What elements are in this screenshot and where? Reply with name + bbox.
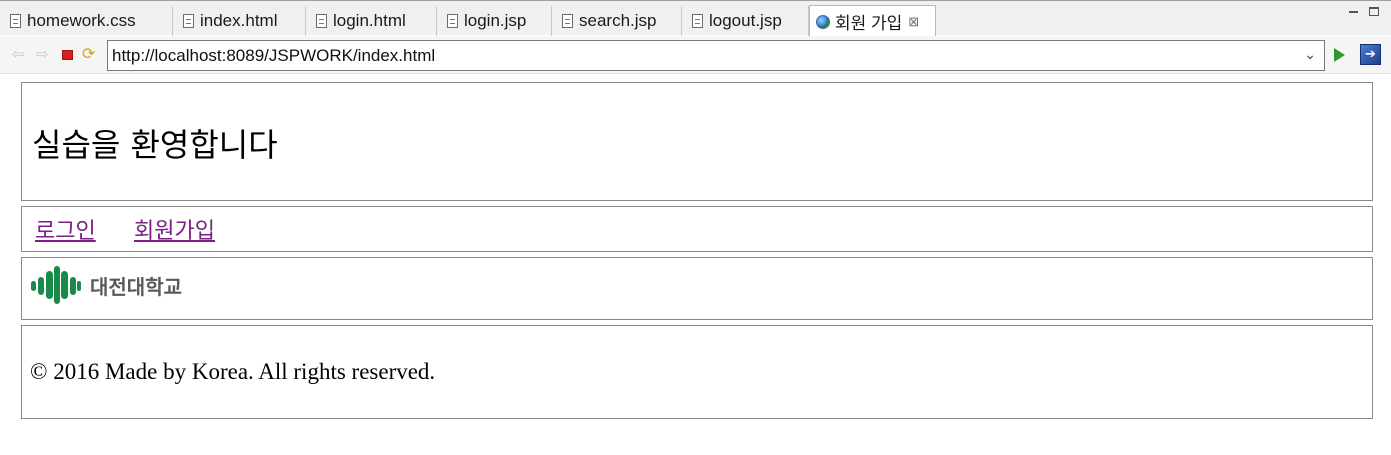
copyright-text: © 2016 Made by Korea. All rights reserve…: [30, 359, 436, 384]
stop-icon[interactable]: [62, 50, 73, 60]
tab-label: logout.jsp: [709, 11, 782, 30]
tab-login-html[interactable]: login.html: [306, 6, 437, 36]
tab-homework-css[interactable]: homework.css: [0, 6, 173, 36]
maximize-icon[interactable]: [1369, 7, 1379, 16]
file-icon: [183, 14, 194, 28]
url-input[interactable]: http://localhost:8089/JSPWORK/index.html…: [107, 40, 1325, 71]
nav-section: 로그인 회원가입: [21, 206, 1373, 252]
go-play-icon[interactable]: [1334, 48, 1345, 62]
signup-link[interactable]: 회원가입: [134, 213, 215, 245]
logo-text: 대전대학교: [90, 274, 182, 299]
footer-section: © 2016 Made by Korea. All rights reserve…: [21, 325, 1373, 419]
editor-tab-bar: homework.css index.html login.html login…: [0, 0, 1391, 37]
tab-search-jsp[interactable]: search.jsp: [552, 6, 682, 36]
open-external-browser-icon[interactable]: ➔: [1360, 44, 1381, 65]
tab-index-html[interactable]: index.html: [173, 6, 306, 36]
tab-login-jsp[interactable]: login.jsp: [437, 6, 552, 36]
tab-label: login.html: [333, 11, 406, 30]
close-tab-icon[interactable]: ⊠: [908, 14, 919, 30]
page-title: 실습을 환영합니다: [32, 126, 278, 164]
refresh-icon[interactable]: ⟳: [82, 46, 95, 62]
url-text: http://localhost:8089/JSPWORK/index.html: [112, 45, 436, 65]
university-logo: 대전대학교: [30, 265, 182, 305]
tab-label: homework.css: [27, 11, 136, 30]
tab-label: index.html: [200, 11, 278, 30]
tab-logout-jsp[interactable]: logout.jsp: [682, 6, 809, 36]
file-icon: [316, 14, 327, 28]
browser-toolbar: ⇦ ⇨ ⟳ http://localhost:8089/JSPWORK/inde…: [0, 36, 1391, 74]
file-icon: [10, 14, 21, 28]
logo-section: 대전대학교: [21, 257, 1373, 320]
header-section: 실습을 환영합니다: [21, 82, 1373, 201]
tab-signup-browser[interactable]: 회원 가입 ⊠: [809, 5, 936, 37]
page-viewport: 실습을 환영합니다 로그인 회원가입 대전대학교 © 2016 Made by …: [0, 75, 1391, 455]
file-icon: [562, 14, 573, 28]
chevron-down-icon[interactable]: ⌄: [1304, 46, 1316, 63]
file-icon: [447, 14, 458, 28]
login-link[interactable]: 로그인: [35, 213, 96, 245]
back-arrow-icon[interactable]: ⇦: [12, 46, 25, 62]
tab-label: search.jsp: [579, 11, 657, 30]
tab-label: 회원 가입: [835, 14, 903, 33]
minimize-icon[interactable]: [1348, 7, 1359, 17]
globe-icon: [816, 14, 830, 29]
tab-label: login.jsp: [464, 11, 527, 30]
university-emblem-icon: [31, 266, 81, 304]
forward-arrow-icon[interactable]: ⇨: [36, 46, 49, 62]
file-icon: [692, 14, 703, 28]
view-controls: [1348, 7, 1379, 17]
